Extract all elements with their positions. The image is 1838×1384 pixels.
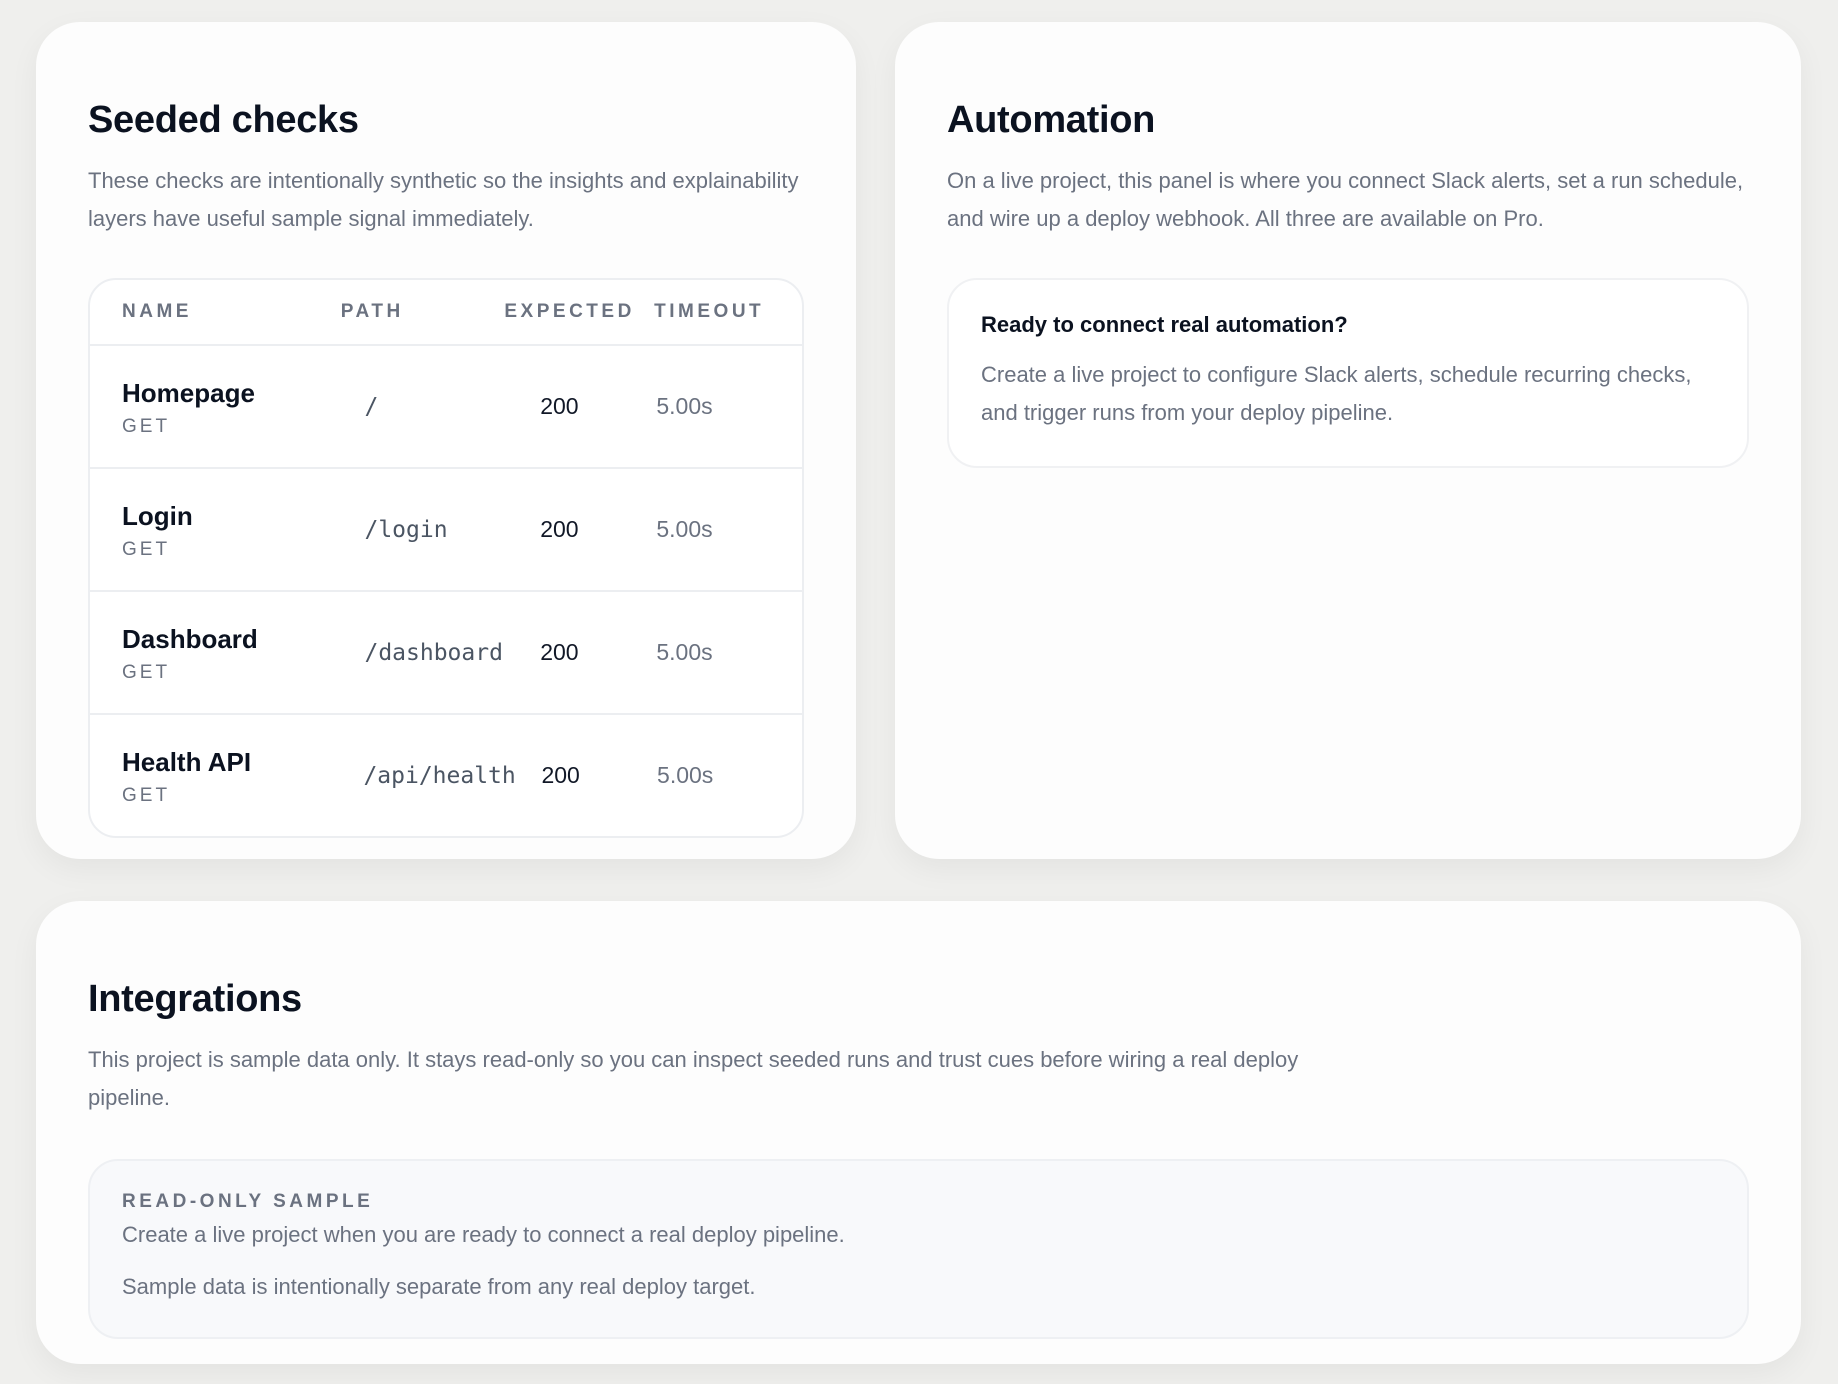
automation-callout: Ready to connect real automation? Create… — [947, 278, 1749, 468]
read-only-label: READ-ONLY SAMPLE — [122, 1191, 374, 1212]
table-row[interactable]: Homepage GET / 200 5.00s — [90, 346, 802, 469]
check-name: Dashboard — [122, 623, 258, 654]
column-header-expected: EXPECTED — [504, 301, 635, 322]
automation-callout-title: Ready to connect real automation? — [981, 312, 1348, 337]
check-path: /dashboard — [364, 639, 503, 666]
integrations-description: This project is sample data only. It sta… — [88, 1047, 1299, 1110]
check-method: GET — [122, 784, 171, 806]
read-only-line-1: Create a live project when you are ready… — [122, 1222, 845, 1247]
check-timeout: 5.00s — [656, 516, 713, 542]
check-method: GET — [122, 538, 171, 560]
check-method: GET — [122, 661, 171, 683]
check-expected-status: 200 — [540, 516, 579, 542]
check-expected-status: 200 — [541, 762, 580, 788]
check-method: GET — [122, 415, 171, 437]
column-header-name: NAME — [122, 301, 192, 322]
column-header-path: PATH — [340, 301, 404, 322]
check-timeout: 5.00s — [656, 639, 713, 665]
check-name: Homepage — [122, 377, 255, 408]
column-header-timeout: TIMEOUT — [654, 301, 765, 322]
check-expected-status: 200 — [540, 639, 579, 665]
check-timeout: 5.00s — [657, 762, 714, 788]
table-row[interactable]: Dashboard GET /dashboard 200 5.00s — [90, 592, 802, 715]
checks-table-header: NAME PATH EXPECTED TIMEOUT — [90, 280, 802, 346]
seeded-checks-description: These checks are intentionally synthetic… — [88, 168, 799, 231]
check-timeout: 5.00s — [656, 393, 713, 419]
read-only-line-2: Sample data is intentionally separate fr… — [122, 1274, 756, 1299]
seeded-checks-title: Seeded checks — [88, 99, 359, 141]
check-name-cell: Homepage GET — [122, 376, 340, 438]
check-name-cell: Dashboard GET — [122, 622, 340, 684]
check-name: Login — [122, 500, 193, 531]
check-expected-status: 200 — [540, 393, 579, 419]
checks-table: NAME PATH EXPECTED TIMEOUT Homepage GET … — [88, 278, 804, 838]
seeded-checks-card: Seeded checks These checks are intention… — [36, 22, 856, 859]
automation-title: Automation — [947, 99, 1156, 141]
check-path: /api/health — [363, 762, 516, 789]
table-row[interactable]: Login GET /login 200 5.00s — [90, 469, 802, 592]
read-only-notice: READ-ONLY SAMPLE Create a live project w… — [88, 1159, 1749, 1339]
integrations-title: Integrations — [88, 978, 302, 1020]
table-row[interactable]: Health API GET /api/health 200 5.00s — [90, 715, 802, 836]
automation-description: On a live project, this panel is where y… — [947, 168, 1744, 231]
check-name-cell: Login GET — [122, 499, 340, 561]
check-name-cell: Health API GET — [122, 745, 339, 807]
integrations-card: Integrations This project is sample data… — [36, 901, 1801, 1364]
check-name: Health API — [122, 746, 252, 777]
automation-card: Automation On a live project, this panel… — [895, 22, 1801, 859]
automation-callout-text: Create a live project to configure Slack… — [981, 362, 1692, 425]
check-path: / — [364, 393, 379, 420]
check-path: /login — [364, 516, 448, 543]
